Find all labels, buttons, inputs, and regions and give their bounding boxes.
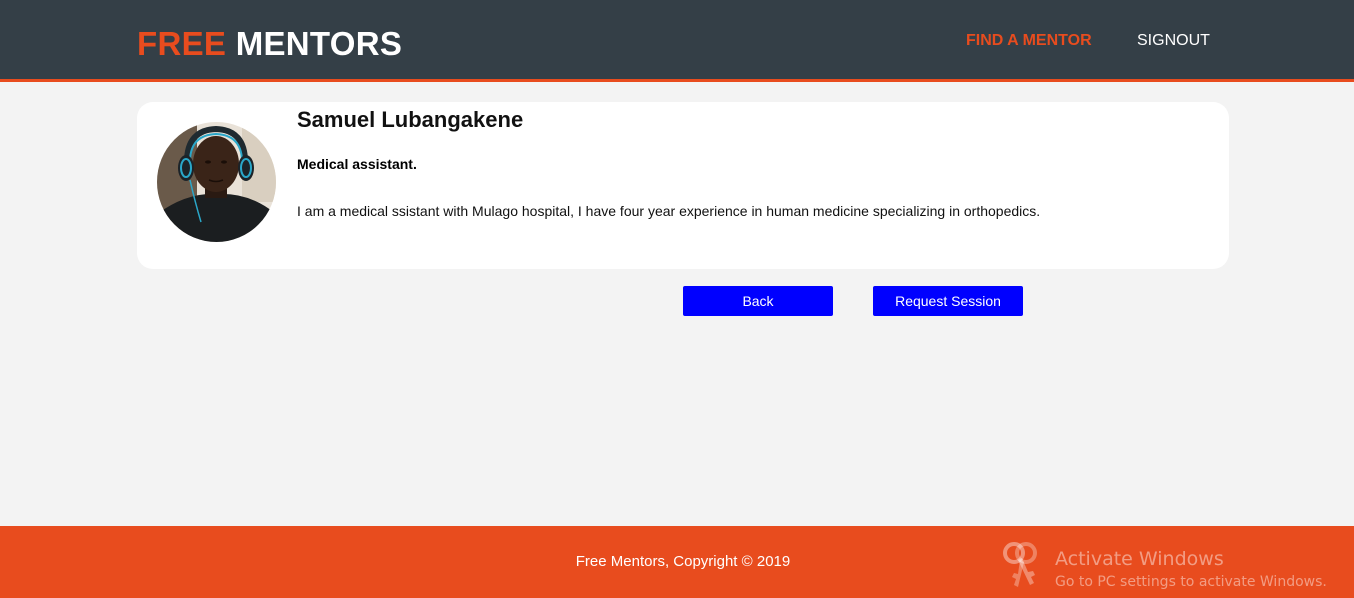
nav-signout-link[interactable]: SIGNOUT <box>1137 32 1210 50</box>
watermark-title: Activate Windows <box>1055 548 1224 570</box>
key-icon <box>1003 542 1037 587</box>
back-button[interactable]: Back <box>683 286 833 316</box>
request-session-button[interactable]: Request Session <box>873 286 1023 316</box>
mentor-profile-card: Samuel Lubangakene Medical assistant. I … <box>137 102 1229 269</box>
site-footer: Free Mentors, Copyright © 2019 Activate … <box>0 526 1354 598</box>
mentor-name: Samuel Lubangakene <box>297 107 524 132</box>
mentor-bio: I am a medical ssistant with Mulago hosp… <box>297 203 1041 219</box>
mentor-avatar <box>157 122 276 242</box>
mentor-photo <box>157 122 276 242</box>
site-logo[interactable]: FREE MENTORS <box>137 25 402 63</box>
mentor-occupation: Medical assistant. <box>297 156 417 172</box>
activate-windows-watermark: Activate Windows Go to PC settings to ac… <box>1000 541 1340 596</box>
nav-find-mentor-link[interactable]: FIND A MENTOR <box>966 32 1092 50</box>
logo-mentors-text: MENTORS <box>235 25 403 62</box>
watermark-subtitle: Go to PC settings to activate Windows. <box>1055 574 1327 590</box>
top-navbar: FREE MENTORS FIND A MENTOR SIGNOUT <box>0 0 1354 82</box>
logo-free-text: FREE <box>137 25 227 62</box>
